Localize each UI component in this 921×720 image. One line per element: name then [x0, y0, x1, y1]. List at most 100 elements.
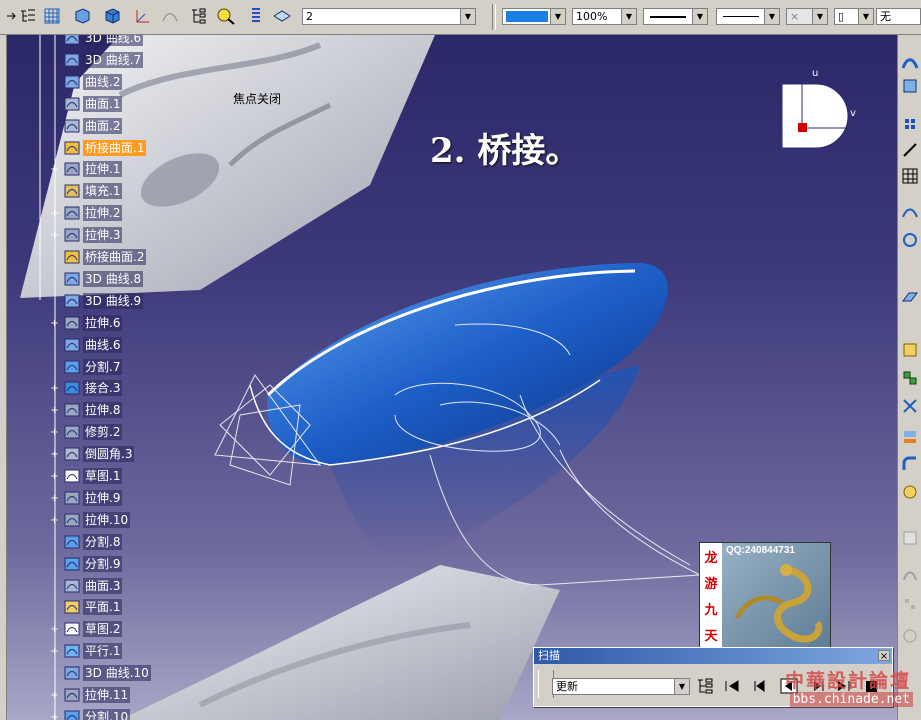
- fill-tool-icon[interactable]: [901, 341, 919, 359]
- color-combo[interactable]: ▼: [502, 8, 566, 25]
- tree-item[interactable]: 拉伸.8: [64, 401, 123, 419]
- extrude-tool-icon[interactable]: [901, 289, 919, 307]
- chevron-down-icon[interactable]: ▼: [621, 9, 636, 24]
- zoom-fit-icon[interactable]: [216, 6, 236, 26]
- tree-item[interactable]: 填充.1: [64, 182, 123, 200]
- multisection-icon[interactable]: [901, 77, 919, 95]
- tree-item[interactable]: 修剪.2: [64, 423, 123, 441]
- render-style-combo[interactable]: ▯ ▼: [834, 8, 874, 25]
- layer-icon[interactable]: [272, 6, 292, 26]
- disabled-tool-icon[interactable]: [901, 595, 919, 613]
- blend-tool-icon[interactable]: [901, 205, 919, 223]
- tree-item[interactable]: 分割.9: [64, 555, 123, 573]
- tree-expander[interactable]: +: [50, 691, 59, 701]
- tree-item[interactable]: 曲面.2: [64, 117, 123, 135]
- table-icon[interactable]: [901, 167, 919, 185]
- tree-expander[interactable]: +: [50, 515, 59, 525]
- chevron-down-icon[interactable]: ▼: [550, 9, 565, 24]
- lineweight-combo[interactable]: ▼: [716, 8, 780, 25]
- tree-item[interactable]: 桥接曲面.2: [64, 248, 147, 266]
- chevron-down-icon[interactable]: ▼: [764, 9, 779, 24]
- tree-item[interactable]: 倒圆角.3: [64, 445, 135, 463]
- compass[interactable]: u v w: [780, 68, 860, 150]
- tree-item[interactable]: 拉伸.6: [64, 314, 123, 332]
- tree-item[interactable]: 3D 曲线.10: [64, 664, 151, 682]
- rotate-icon[interactable]: [901, 231, 919, 249]
- disabled-tool-icon[interactable]: [901, 529, 919, 547]
- tree-expander[interactable]: +: [50, 231, 59, 241]
- lines-icon[interactable]: [901, 141, 919, 159]
- tree-item[interactable]: 分割.7: [64, 358, 123, 376]
- swept-icon[interactable]: [160, 6, 180, 26]
- tree-item[interactable]: 3D 曲线.9: [64, 292, 144, 310]
- scan-panel-titlebar[interactable]: 扫描 ×: [534, 648, 892, 664]
- tree-expander[interactable]: +: [50, 406, 59, 416]
- tree-item[interactable]: 拉伸.3: [64, 226, 123, 244]
- disabled-tool-icon[interactable]: [901, 565, 919, 583]
- point-symbol-combo[interactable]: × ▼: [786, 8, 828, 25]
- parallel-icon: [64, 644, 80, 658]
- points-icon[interactable]: [901, 115, 919, 133]
- tree-item[interactable]: 曲线.2: [64, 73, 123, 91]
- tree-expander[interactable]: +: [50, 209, 59, 219]
- trim-tool-icon[interactable]: [901, 397, 919, 415]
- close-button[interactable]: ×: [878, 650, 890, 662]
- split-tool-icon[interactable]: [901, 427, 919, 445]
- chevron-down-icon[interactable]: ▼: [674, 679, 689, 694]
- tree-item[interactable]: 3D 曲线.7: [64, 51, 144, 69]
- tree-expander[interactable]: +: [50, 625, 59, 635]
- axis-icon[interactable]: [132, 6, 152, 26]
- scan-mode-value: 更新: [556, 680, 578, 693]
- tree-item[interactable]: 曲面.1: [64, 95, 123, 113]
- tree-item[interactable]: 拉伸.10: [64, 511, 131, 529]
- tree-expander[interactable]: +: [50, 712, 59, 720]
- 3d-viewport[interactable]: 2. 桥接。 焦点关闭 u v w 3D 曲线.6 3D 曲线.7 曲线.2 曲面.1…: [0, 35, 897, 720]
- chevron-down-icon[interactable]: ▼: [858, 9, 873, 24]
- tree-expander[interactable]: +: [50, 318, 59, 328]
- tree-item[interactable]: 草图.2: [64, 620, 123, 638]
- fillet-tool-icon[interactable]: [901, 455, 919, 473]
- list-icon[interactable]: [246, 6, 266, 26]
- tree-expander[interactable]: +: [50, 493, 59, 503]
- chevron-down-icon[interactable]: ▼: [812, 9, 827, 24]
- tree-item[interactable]: 接合.3: [64, 379, 123, 397]
- transform-tool-icon[interactable]: [901, 483, 919, 501]
- tree-structure-icon[interactable]: [18, 6, 38, 26]
- tree-item[interactable]: 曲面.3: [64, 577, 123, 595]
- join-tool-icon[interactable]: [901, 369, 919, 387]
- chevron-down-icon[interactable]: ▼: [692, 9, 707, 24]
- specification-tree-icon[interactable]: [188, 6, 208, 26]
- tree-item[interactable]: 3D 曲线.6: [64, 35, 144, 47]
- tree-expander[interactable]: +: [50, 472, 59, 482]
- tree-item[interactable]: 平行.1: [64, 642, 123, 660]
- graph-tree-icon[interactable]: [696, 677, 714, 698]
- grid-icon[interactable]: [42, 6, 62, 26]
- tree-expander[interactable]: +: [50, 647, 59, 657]
- tree-item[interactable]: 草图.1: [64, 467, 123, 485]
- tree-item[interactable]: 拉伸.9: [64, 489, 123, 507]
- transparency-combo[interactable]: 100% ▼: [572, 8, 637, 25]
- disabled-tool-icon[interactable]: [901, 627, 919, 645]
- tree-item[interactable]: 拉伸.1: [64, 160, 123, 178]
- tree-item[interactable]: 3D 曲线.8: [64, 270, 144, 288]
- scan-mode-combo[interactable]: 更新 ▼: [552, 678, 690, 695]
- tree-expander[interactable]: +: [50, 428, 59, 438]
- tree-expander[interactable]: +: [50, 450, 59, 460]
- layer-combo[interactable]: 2 ▼: [302, 8, 476, 25]
- tree-item[interactable]: 平面.1: [64, 598, 123, 616]
- first-icon[interactable]: [724, 679, 740, 696]
- cube-select-icon[interactable]: [72, 6, 92, 26]
- tree-item[interactable]: 拉伸.11: [64, 686, 131, 704]
- cube-icon[interactable]: [102, 6, 122, 26]
- tree-item[interactable]: 拉伸.2: [64, 204, 123, 222]
- layer-filter-combo[interactable]: 无: [876, 8, 921, 25]
- tree-item[interactable]: 分割.10: [64, 708, 131, 720]
- tree-item[interactable]: 桥接曲面.1: [64, 139, 147, 157]
- tree-item[interactable]: 分割.8: [64, 533, 123, 551]
- tree-item[interactable]: 曲线.6: [64, 336, 123, 354]
- linetype-combo[interactable]: ▼: [643, 8, 708, 25]
- tree-expander[interactable]: +: [50, 384, 59, 394]
- tree-expander[interactable]: +: [50, 165, 59, 175]
- sweep-icon[interactable]: [901, 53, 919, 71]
- chevron-down-icon[interactable]: ▼: [460, 9, 475, 24]
